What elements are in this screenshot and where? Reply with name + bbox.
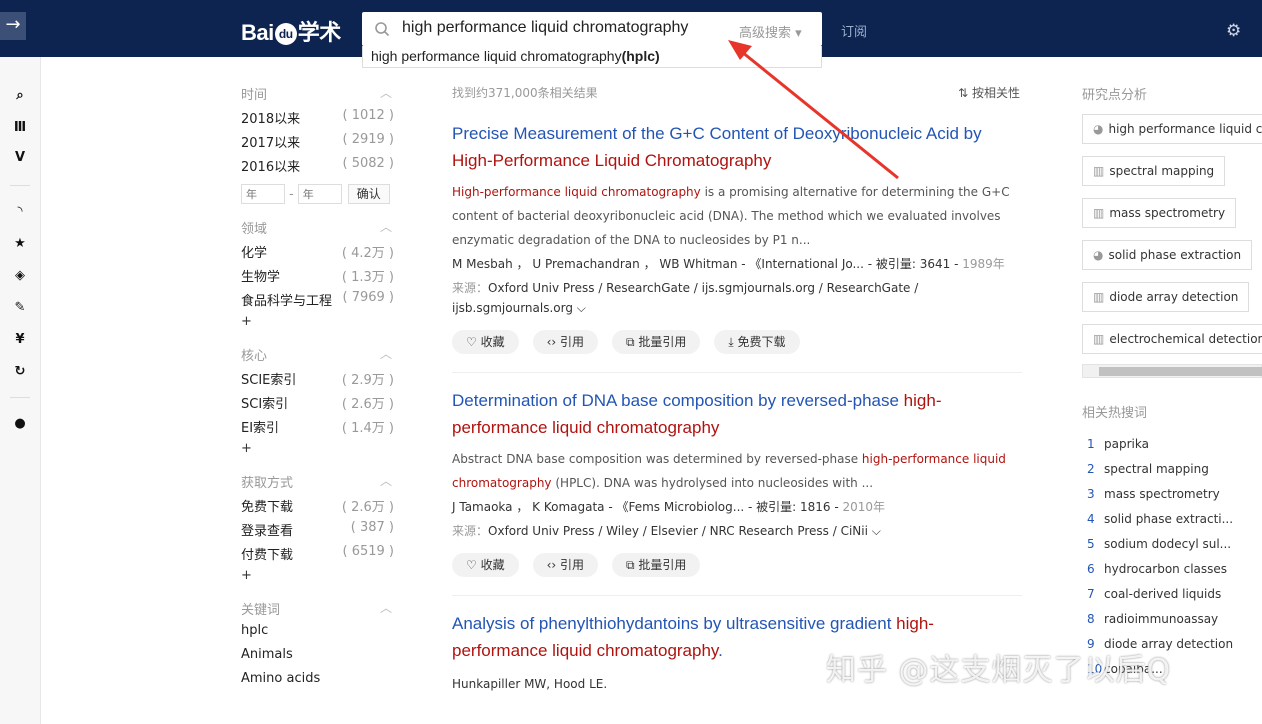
- annotation-arrow: [728, 40, 899, 180]
- arrow-shaft: [741, 50, 899, 180]
- watermark-text: 知乎 @这支烟灭了以后Q: [826, 653, 1172, 688]
